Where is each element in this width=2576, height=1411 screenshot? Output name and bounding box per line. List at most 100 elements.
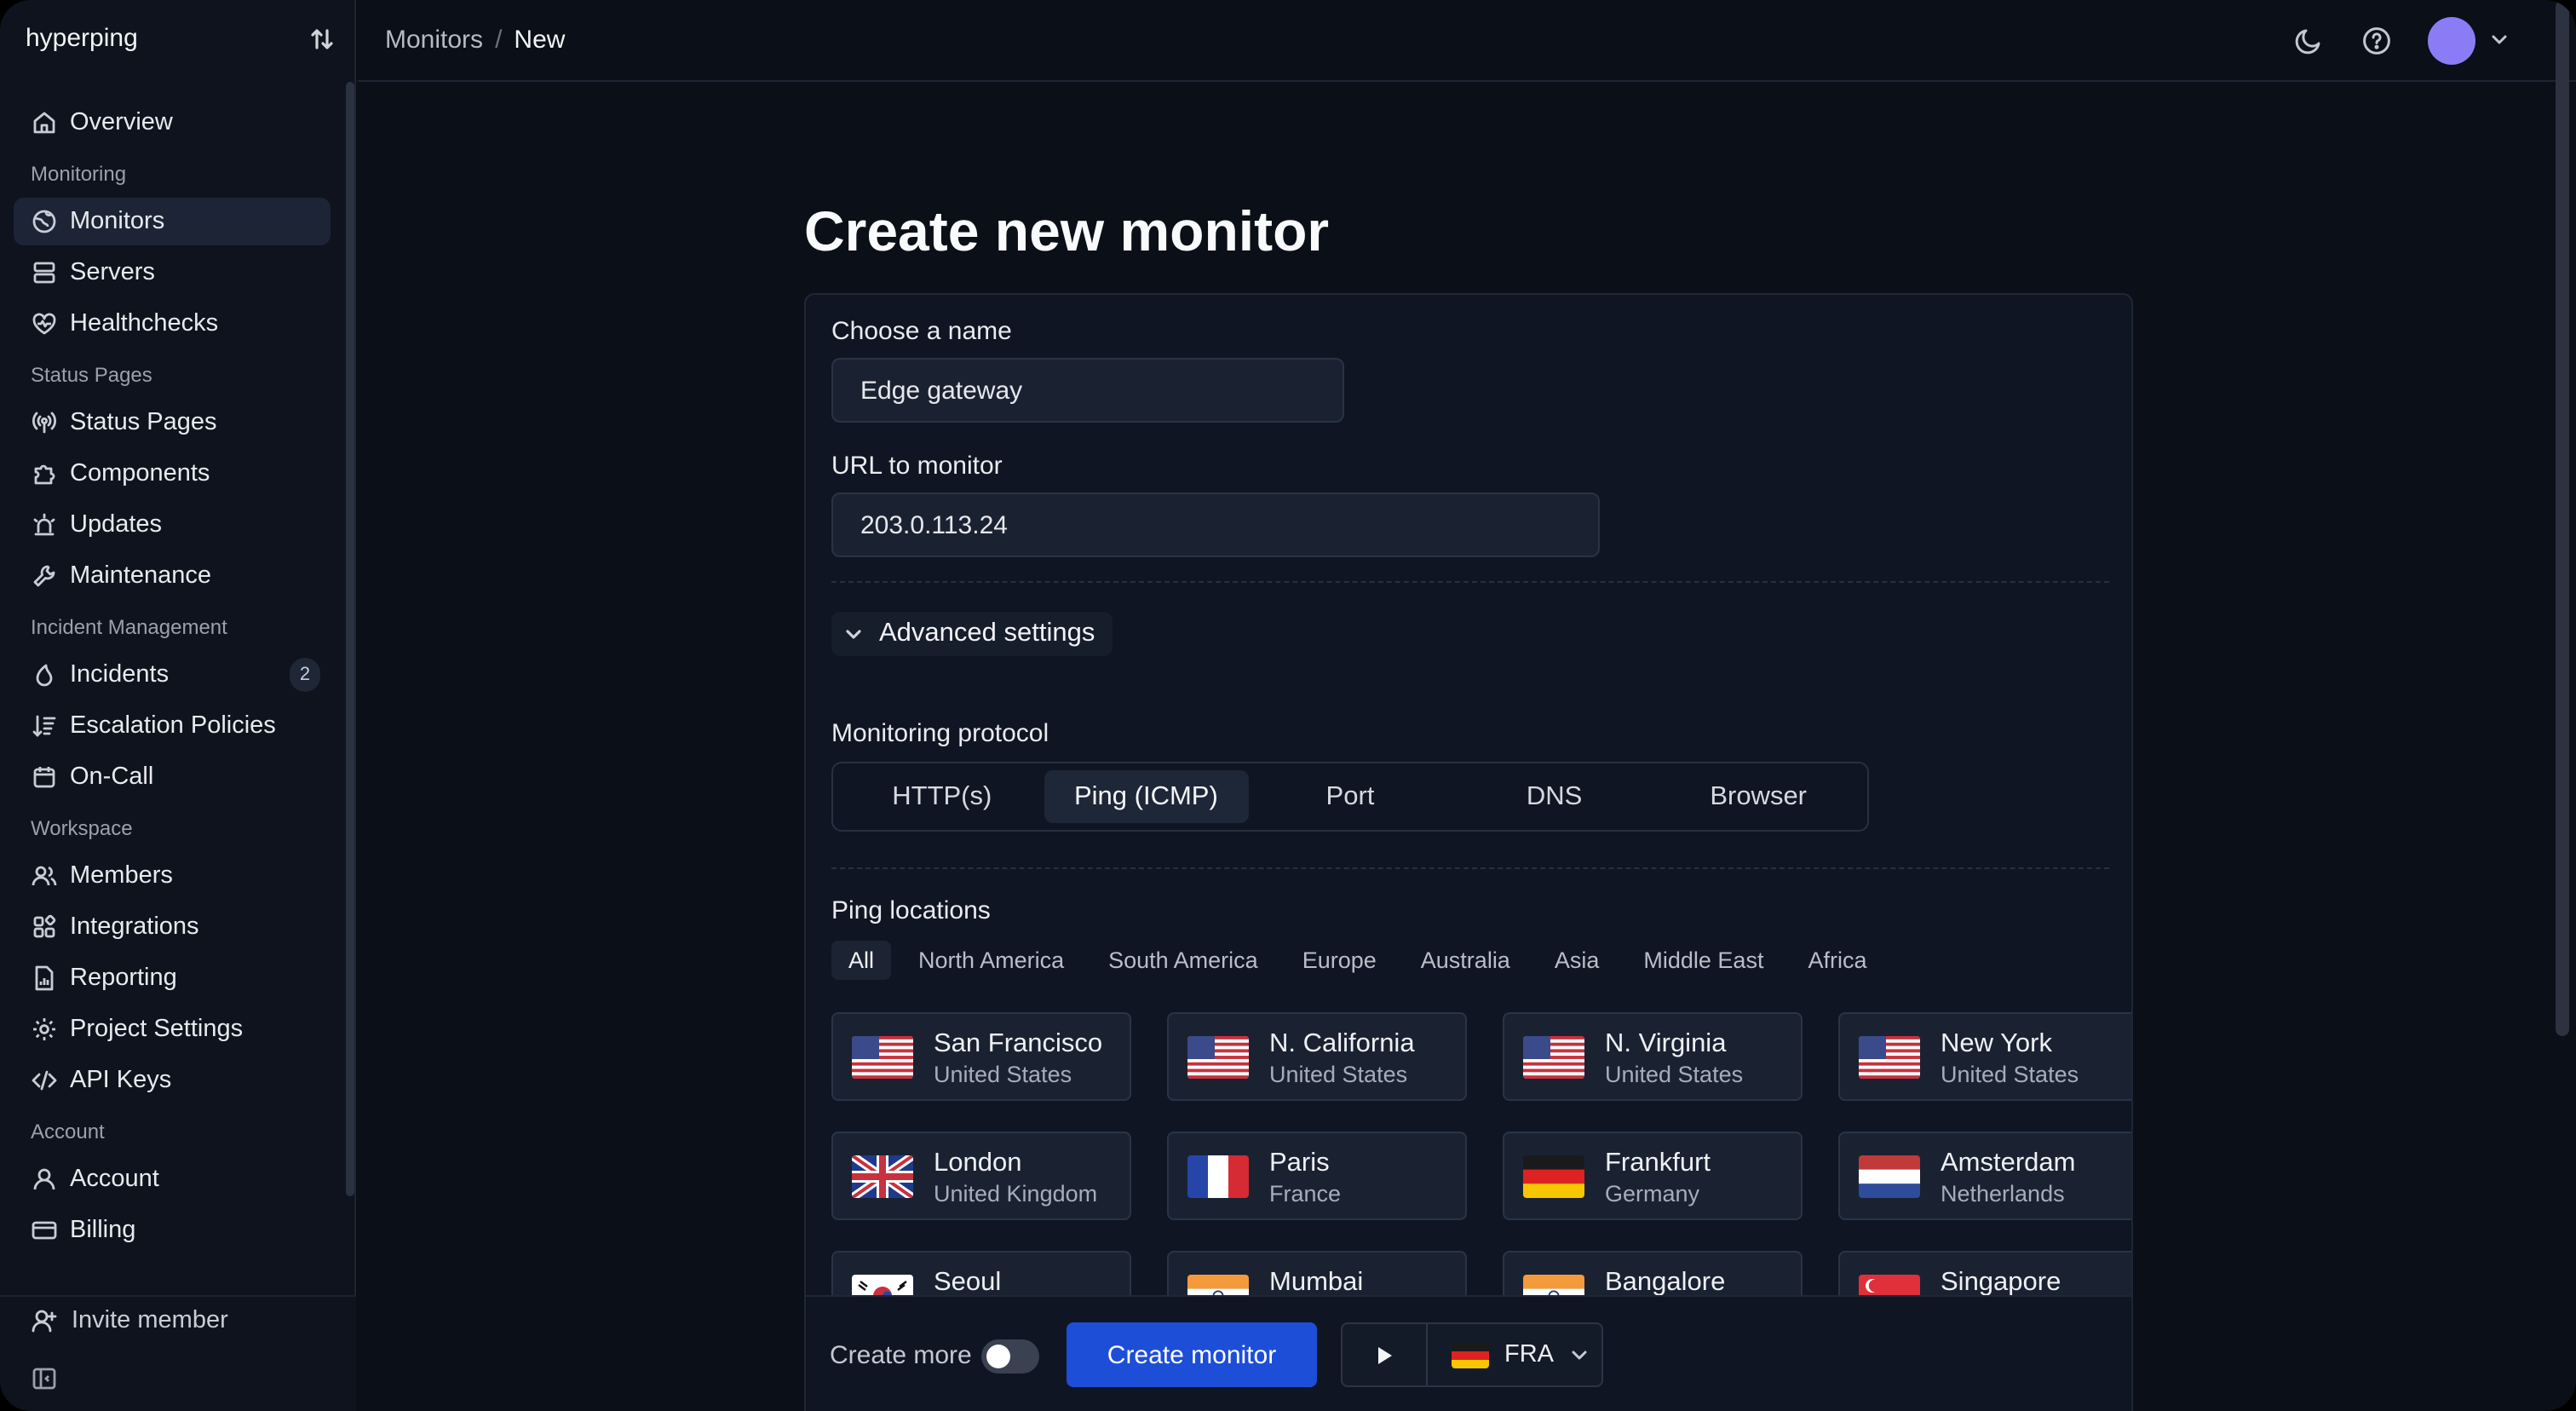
sidebar-item-reporting[interactable]: Reporting [14, 954, 331, 1002]
run-test-button[interactable] [1343, 1324, 1428, 1385]
region-asia[interactable]: Asia [1538, 941, 1617, 980]
sidebar-item-label: Billing [70, 1217, 136, 1244]
location-card[interactable]: London United Kingdom [831, 1132, 1131, 1220]
uk-flag-icon [852, 1155, 913, 1198]
home-icon [33, 112, 55, 134]
location-city: Frankfurt [1605, 1149, 1711, 1178]
sidebar-item-healthchecks[interactable]: Healthchecks [14, 300, 331, 348]
sidebar-item-label: Integrations [70, 913, 199, 941]
region-filter: All North America South America Europe A… [831, 941, 1884, 980]
location-card[interactable]: N. Virginia United States [1503, 1012, 1803, 1101]
location-card[interactable]: N. California United States [1167, 1012, 1467, 1101]
puzzle-icon [34, 464, 55, 485]
name-input[interactable]: Edge gateway [831, 358, 1344, 423]
url-label: URL to monitor [831, 452, 1003, 481]
section-incident-management: Incident Management [31, 615, 227, 639]
help-icon[interactable] [2361, 26, 2392, 56]
chevron-down-icon [1572, 1351, 1587, 1360]
test-region-select[interactable]: FRA [1428, 1324, 1601, 1385]
protocol-ping[interactable]: Ping (ICMP) [1044, 770, 1249, 823]
invite-member-button[interactable]: Invite member [31, 1307, 228, 1334]
gear-icon [33, 1018, 55, 1040]
protocol-port[interactable]: Port [1248, 770, 1452, 823]
sidebar-item-label: Servers [70, 259, 155, 286]
location-country: France [1269, 1181, 1342, 1207]
sidebar-item-components[interactable]: Components [14, 450, 331, 498]
location-country: Netherlands [1941, 1181, 2065, 1207]
sidebar-collapse-icon[interactable] [31, 1365, 58, 1392]
heart-pulse-icon [32, 313, 56, 335]
usa-flag-icon [1859, 1036, 1920, 1079]
brand-name: hyperping [26, 24, 138, 53]
advanced-settings-toggle[interactable]: Advanced settings [831, 612, 1113, 656]
location-country: United States [1941, 1062, 2079, 1087]
location-card[interactable]: Frankfurt Germany [1503, 1132, 1803, 1220]
sidebar-item-billing[interactable]: Billing [14, 1207, 331, 1254]
code-icon [32, 1070, 57, 1091]
create-more-toggle[interactable] [981, 1339, 1039, 1374]
location-city: N. Virginia [1605, 1029, 1727, 1058]
breadcrumb-separator: / [495, 26, 503, 55]
broadcast-icon [32, 412, 56, 434]
sidebar-item-label: Components [70, 460, 210, 487]
switch-project-icon[interactable] [308, 26, 336, 53]
test-region-label: FRA [1504, 1341, 1554, 1368]
sidebar-item-label: Overview [70, 109, 173, 136]
user-icon [33, 1168, 55, 1190]
location-city: San Francisco [934, 1029, 1103, 1058]
region-africa[interactable]: Africa [1791, 941, 1883, 980]
protocol-dns[interactable]: DNS [1452, 770, 1657, 823]
ping-locations-label: Ping locations [831, 896, 991, 925]
sidebar-item-label: Maintenance [70, 562, 212, 590]
avatar[interactable] [2428, 17, 2475, 65]
sidebar-item-project-settings[interactable]: Project Settings [14, 1005, 331, 1053]
location-country: United States [1605, 1062, 1744, 1087]
toggle-knob [986, 1345, 1010, 1368]
sidebar-item-account[interactable]: Account [14, 1155, 331, 1203]
protocol-http[interactable]: HTTP(s) [840, 770, 1044, 823]
sidebar-item-api-keys[interactable]: API Keys [14, 1057, 331, 1104]
blocks-icon [33, 914, 56, 938]
sidebar-item-overview[interactable]: Overview [14, 99, 331, 147]
location-city: Mumbai [1269, 1268, 1364, 1297]
create-monitor-button[interactable]: Create monitor [1067, 1322, 1317, 1387]
page-scrollbar[interactable] [2556, 0, 2569, 1036]
name-label: Choose a name [831, 317, 1012, 346]
sidebar-item-escalation-policies[interactable]: Escalation Policies [14, 702, 331, 750]
location-city: Bangalore [1605, 1268, 1726, 1297]
moon-icon[interactable] [2293, 26, 2324, 56]
sidebar-item-status-pages[interactable]: Status Pages [14, 399, 331, 446]
protocol-browser[interactable]: Browser [1656, 770, 1860, 823]
sidebar-item-label: Incidents [70, 661, 170, 688]
breadcrumb-monitors[interactable]: Monitors [385, 26, 483, 55]
url-input[interactable]: 203.0.113.24 [831, 492, 1600, 557]
sidebar-item-on-call[interactable]: On-Call [14, 753, 331, 801]
location-card[interactable]: Paris France [1167, 1132, 1467, 1220]
sidebar-item-members[interactable]: Members [14, 852, 331, 900]
location-card[interactable]: Amsterdam Netherlands [1838, 1132, 2131, 1220]
region-north-america[interactable]: North America [901, 941, 1081, 980]
location-card[interactable]: San Francisco United States [831, 1012, 1131, 1101]
sidebar-item-integrations[interactable]: Integrations [14, 903, 331, 951]
monitor-form-card: Choose a name Edge gateway URL to monito… [804, 293, 2133, 1411]
sidebar-item-incidents[interactable]: Incidents 2 [14, 651, 331, 699]
chevron-down-icon[interactable] [2489, 29, 2510, 49]
sidebar-item-maintenance[interactable]: Maintenance [14, 552, 331, 600]
region-all[interactable]: All [831, 941, 892, 980]
sidebar-item-updates[interactable]: Updates [14, 501, 331, 549]
location-card[interactable]: New York United States [1838, 1012, 2131, 1101]
region-australia[interactable]: Australia [1404, 941, 1527, 980]
region-europe[interactable]: Europe [1285, 941, 1394, 980]
region-south-america[interactable]: South America [1091, 941, 1275, 980]
sidebar-item-servers[interactable]: Servers [14, 249, 331, 297]
section-workspace: Workspace [31, 816, 133, 840]
location-city: Amsterdam [1941, 1149, 2076, 1178]
sidebar-item-label: Healthchecks [70, 310, 219, 337]
usa-flag-icon [852, 1036, 913, 1079]
location-country: United States [1269, 1062, 1408, 1087]
sidebar-scrollbar[interactable] [346, 82, 354, 1196]
region-middle-east[interactable]: Middle East [1626, 941, 1780, 980]
invite-member-label: Invite member [72, 1307, 228, 1334]
sidebar-item-monitors[interactable]: Monitors [14, 198, 331, 245]
sidebar-item-label: On-Call [70, 763, 154, 791]
